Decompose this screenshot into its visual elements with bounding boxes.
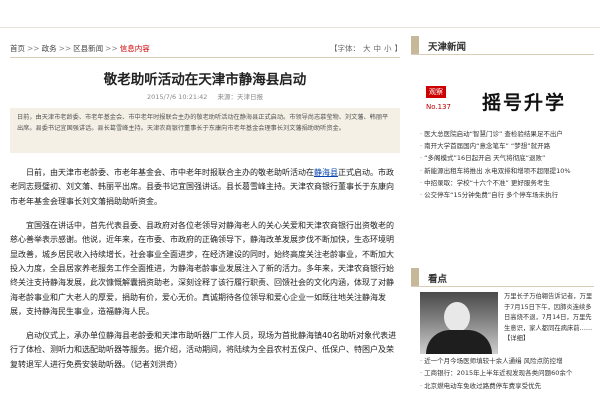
breadcrumb-politics[interactable]: 政务 [42,43,57,54]
breadcrumb-sep: >> [27,44,40,53]
promo-title: 摇号升学 [482,92,567,114]
tianjin-news-header: 天津新闻 [411,36,594,55]
list-item[interactable]: 中招录取：学校“十六个不准” 更好服务考生 [420,177,592,189]
promo-issue-number: No.137 [426,103,451,111]
list-item[interactable]: 新能源出租车将推出 水电双排和增项不超限提10% [420,165,592,177]
list-item[interactable]: 医大总医院启动“智慧门诊” 查检验结果足不出户 [420,128,592,140]
breadcrumb: 首页 >> 政务 >> 区县新闻 >> 信息内容 [10,43,150,57]
font-size-label: 【字体： [330,44,360,53]
article-source: 来源：天津日报 [217,93,264,101]
portrait-shoulders [426,330,492,354]
section-accent [411,268,419,286]
list-item[interactable]: 北京燃电动车免收过路费停车费享受优先 [420,380,592,392]
breadcrumb-home[interactable]: 首页 [10,43,25,54]
header-divider [0,27,600,28]
tianjin-news-label[interactable]: 天津新闻 [428,39,466,53]
breadcrumb-sep: >> [58,44,72,53]
font-size-large-button[interactable]: 大 [363,44,371,53]
article-meta: 2015/7/6 10:21:42 来源：天津日报 [10,91,400,101]
kandian-news-list: 近一个月今场医师填较十余人通缉 风险点防控增 工商银行：2015年上半年近视发现… [420,355,592,392]
kandian-header: 看点 [411,268,594,287]
list-item[interactable]: 南开大学首届国内“意念笔车” “梦想”就开路 [420,140,592,152]
article-summary: 日前，由天津市老龄委、市老年基金会、市中老年时报联合主办的敬老助听活动在静海县正… [10,108,400,153]
article-paragraph-1: 日前，由天津市老龄委、市老年基金会、市中老年时报联合主办的敬老助听活动在静海县正… [10,168,394,206]
breadcrumb-sep: >> [105,44,118,53]
font-size-selector: 【字体：大中小】 [330,43,405,54]
kandian-label[interactable]: 看点 [428,271,447,285]
font-size-close: 】 [394,44,403,53]
article-date: 2015/7/6 10:21:42 [146,93,208,101]
list-item[interactable]: “多阁模式”16日起开启 天气将彻底“退败” [420,152,592,164]
kandian-caption[interactable]: 万里长子万伯翱告诉记者，万里于7月15日下午，因肺炎连续多日高烧不退，7月14日… [504,292,594,345]
section-accent [411,36,419,54]
tianjin-news-list: 医大总医院启动“智慧门诊” 查检验结果足不出户 南开大学首届国内“意念笔车” “… [420,128,592,201]
list-item[interactable]: 工商银行：2015年上半年近视发现各类问题60余个 [420,367,592,379]
jinghai-keyword-link[interactable]: 静海县 [314,168,338,177]
font-size-small-button[interactable]: 小 [384,44,392,53]
article-paragraph-2: 宜国强在讲话中，首先代表县委、县政府对各位老领导对静海老人的关心关爱和天津农商银… [10,220,394,317]
breadcrumb-county-news[interactable]: 区县新闻 [73,43,103,54]
article-body: 日前，由天津市老龄委、市老年基金会、市中老年时报联合主办的敬老助听活动在静海县正… [10,166,398,382]
promo-tag: 观察 [426,86,446,98]
list-item[interactable]: 近一个月今场医师填较十余人通缉 风险点防控增 [420,355,592,367]
site-header [0,0,600,40]
kandian-photo[interactable] [420,292,498,354]
title-divider [10,57,400,58]
breadcrumb-current: 信息内容 [119,44,150,53]
font-size-medium-button[interactable]: 中 [374,44,382,53]
article-title: 敬老助听活动在天津市静海县启动 [103,72,307,88]
list-item[interactable]: 公交停车“15分钟免费”自行 多个停车场未执行 [420,189,592,201]
portrait-face [444,302,470,332]
article-paragraph-3: 启动仪式上，承办单位静海县老龄委和天津市助听器厂工作人员，现场为首批静海镇40名… [10,331,397,369]
promo-banner[interactable]: 观察 No.137 摇号升学 [420,86,590,126]
